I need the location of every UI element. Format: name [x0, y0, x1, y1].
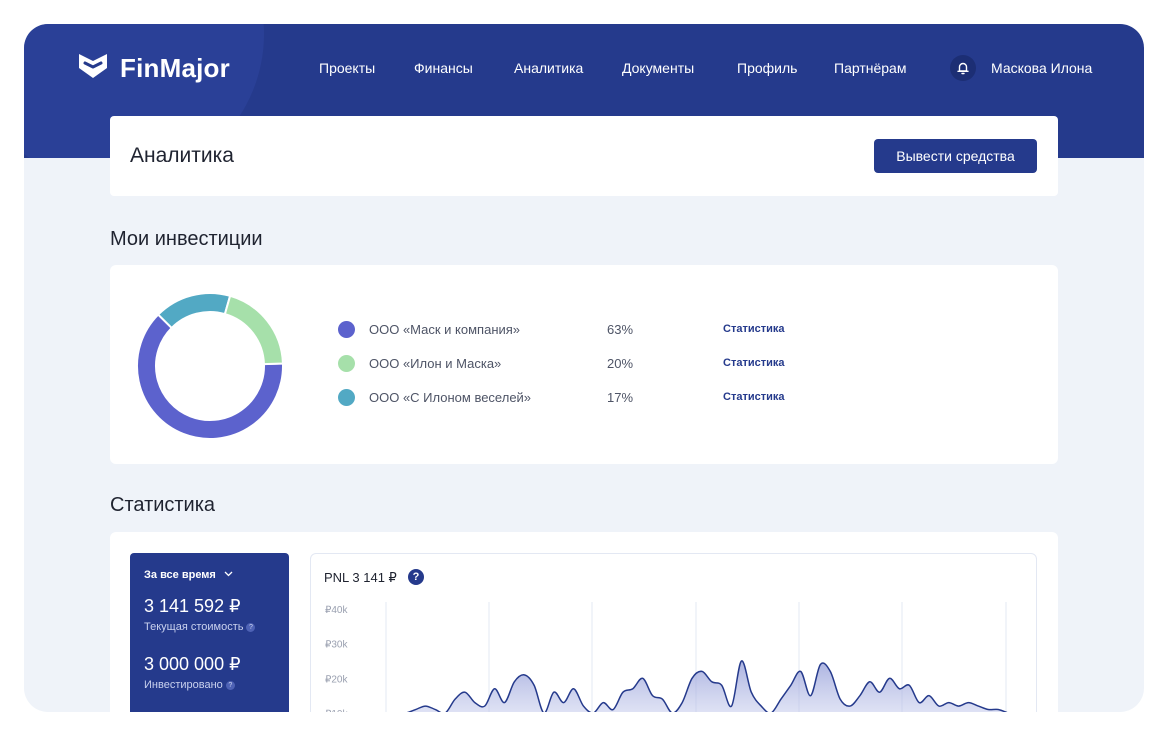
- nav-item-analytics[interactable]: Аналитика: [514, 60, 583, 76]
- invested-value-label: Инвестировано?: [144, 679, 235, 691]
- period-dropdown[interactable]: За все время: [144, 569, 233, 581]
- legend-row: ООО «Илон и Маска» 20% Статистика: [338, 354, 798, 374]
- pnl-chart-plot: ₽40k ₽30k ₽20k ₽10k: [325, 602, 1008, 712]
- legend-percent: 63%: [607, 322, 634, 337]
- investments-title: Мои инвестиции: [110, 228, 263, 250]
- help-icon[interactable]: ?: [225, 681, 235, 690]
- current-value: 3 141 592 ₽: [144, 596, 241, 616]
- withdraw-button[interactable]: Вывести средства: [874, 139, 1037, 173]
- legend-company-name: ООО «Маск и компания»: [369, 322, 521, 337]
- invested-value: 3 000 000 ₽: [144, 654, 241, 674]
- legend-dot: [338, 389, 355, 406]
- logo-icon: [76, 52, 110, 85]
- bell-icon: [957, 62, 969, 75]
- legend-company-name: ООО «С Илоном веселей»: [369, 390, 532, 405]
- legend-percent: 17%: [607, 390, 634, 405]
- nav-item-documents[interactable]: Документы: [622, 60, 694, 76]
- statistics-link[interactable]: Статистика: [723, 391, 785, 403]
- current-label-text: Текущая стоимость: [144, 621, 244, 633]
- nav-item-finance[interactable]: Финансы: [414, 60, 473, 76]
- current-value-label: Текущая стоимость?: [144, 621, 256, 633]
- statistics-link[interactable]: Статистика: [723, 323, 785, 335]
- y-tick-label: ₽20k: [325, 674, 348, 685]
- logo-text: FinMajor: [120, 53, 230, 83]
- legend-row: ООО «С Илоном веселей» 17% Статистика: [338, 388, 798, 408]
- legend-row: ООО «Маск и компания» 63% Статистика: [338, 320, 798, 340]
- legend-dot: [338, 321, 355, 338]
- pnl-chart: PNL 3 141 ₽ ? ₽40k ₽30k ₽20k ₽10k: [310, 553, 1037, 712]
- donut-slice: [156, 293, 232, 330]
- period-label: За все время: [144, 569, 216, 581]
- y-tick-label: ₽10k: [325, 709, 348, 712]
- donut-slice: [223, 294, 283, 366]
- y-tick-label: ₽30k: [325, 640, 348, 651]
- statistics-title: Статистика: [110, 494, 216, 516]
- notifications-button[interactable]: [950, 55, 976, 81]
- pnl-area: [409, 660, 1006, 712]
- y-tick-label: ₽40k: [325, 605, 348, 616]
- investments-donut-chart: [137, 293, 283, 439]
- user-name[interactable]: Маскова Илона: [991, 60, 1092, 76]
- page-title: Аналитика: [130, 144, 234, 167]
- app-window: FinMajor Проекты Финансы Аналитика Докум…: [24, 24, 1144, 712]
- chevron-down-icon: [224, 571, 233, 577]
- invested-label-text: Инвестировано: [144, 679, 223, 691]
- help-icon[interactable]: ?: [246, 623, 256, 632]
- legend-percent: 20%: [607, 356, 634, 371]
- legend-company-name: ООО «Илон и Маска»: [369, 356, 502, 371]
- statistics-link[interactable]: Статистика: [723, 357, 785, 369]
- nav-item-projects[interactable]: Проекты: [319, 60, 375, 76]
- statistics-card: За все время 3 141 592 ₽ Текущая стоимос…: [110, 532, 1058, 712]
- summary-panel: За все время 3 141 592 ₽ Текущая стоимос…: [130, 553, 289, 712]
- investments-card: ООО «Маск и компания» 63% Статистика ООО…: [110, 265, 1058, 464]
- nav-item-partners[interactable]: Партнёрам: [834, 60, 906, 76]
- logo[interactable]: FinMajor: [76, 52, 230, 85]
- legend-dot: [338, 355, 355, 372]
- page-header-card: Аналитика Вывести средства: [110, 116, 1058, 196]
- nav-item-profile[interactable]: Профиль: [737, 60, 797, 76]
